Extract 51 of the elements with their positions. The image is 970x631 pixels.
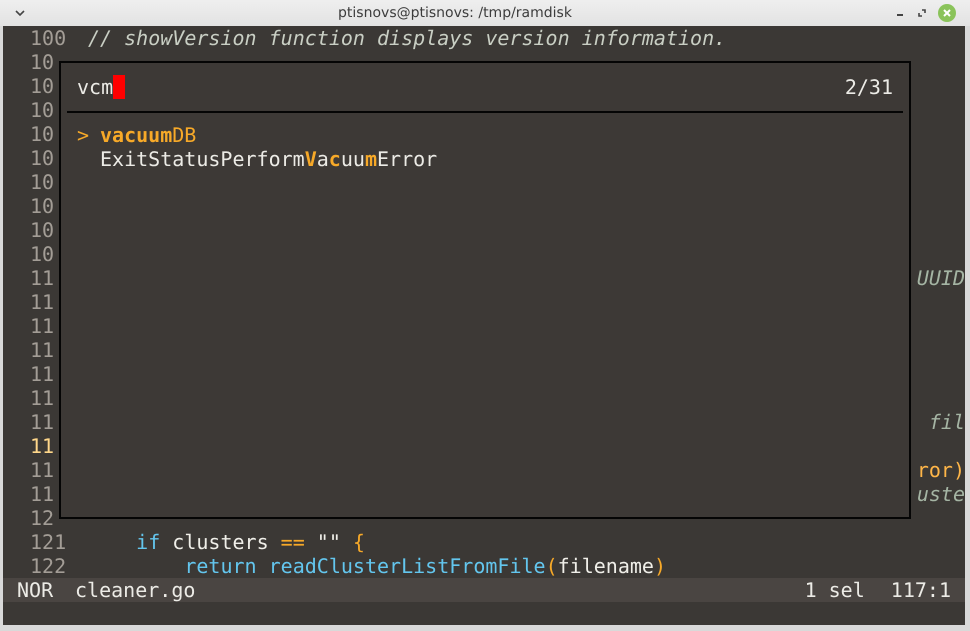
line-number: 11 [30, 290, 54, 314]
line-number: 11 [30, 266, 54, 290]
line-number: 10 [30, 50, 54, 74]
mode-indicator: NOR [16, 578, 54, 602]
line-number: 11 [30, 386, 54, 410]
line-number: 10 [30, 122, 54, 146]
line-number: 100 [30, 26, 66, 50]
line-number: 11 [30, 314, 54, 338]
line-number: 10 [30, 194, 54, 218]
line-number: 10 [30, 146, 54, 170]
line-number: 11 [30, 458, 54, 482]
line-number: 10 [30, 242, 54, 266]
code-text: uste [916, 482, 965, 506]
menu-chevron-icon[interactable] [14, 9, 26, 17]
line-number: 11 [30, 362, 54, 386]
restore-icon[interactable] [916, 7, 928, 19]
result-item[interactable]: ExitStatusPerformVacuumError [100, 147, 438, 171]
selection-pointer: > [77, 123, 90, 147]
code-text: if [135, 530, 160, 554]
code-text: filename [558, 554, 654, 578]
line-number: 10 [30, 98, 54, 122]
line-number: 12 [30, 506, 54, 530]
cursor-position: 117:1 [890, 578, 951, 602]
line-number: 122 [30, 554, 66, 578]
line-number: 10 [30, 170, 54, 194]
code-text: ( [546, 554, 558, 578]
code-text: ror) [916, 458, 965, 482]
code-text: return [183, 554, 257, 578]
search-query[interactable]: vcm [77, 75, 114, 99]
code-text: "" [316, 530, 341, 554]
window-title: ptisnovs@ptisnovs: /tmp/ramdisk [337, 5, 573, 21]
file-name: cleaner.go [75, 578, 196, 602]
match-count: 2/31 [844, 75, 893, 99]
line-number: 11 [30, 338, 54, 362]
code-text: { [352, 530, 365, 554]
code-text: UUID [916, 266, 965, 290]
code-text: // showVersion function displays version information. [88, 26, 726, 50]
code-text: clusters [171, 530, 270, 554]
text-cursor [113, 75, 126, 99]
line-number: 10 [30, 74, 54, 98]
code-text: == [280, 530, 305, 554]
code-text: readClusterListFromFile [268, 554, 546, 578]
line-number: 11 [30, 410, 54, 434]
line-number: 10 [30, 218, 54, 242]
line-number: 11 [30, 482, 54, 506]
line-number: 11 [30, 434, 54, 458]
code-text: ) [654, 554, 666, 578]
result-item[interactable]: vacuumDB [100, 123, 196, 147]
selection-count: 1 sel [804, 578, 865, 602]
code-text: fil [928, 410, 965, 434]
line-number: 121 [30, 530, 66, 554]
